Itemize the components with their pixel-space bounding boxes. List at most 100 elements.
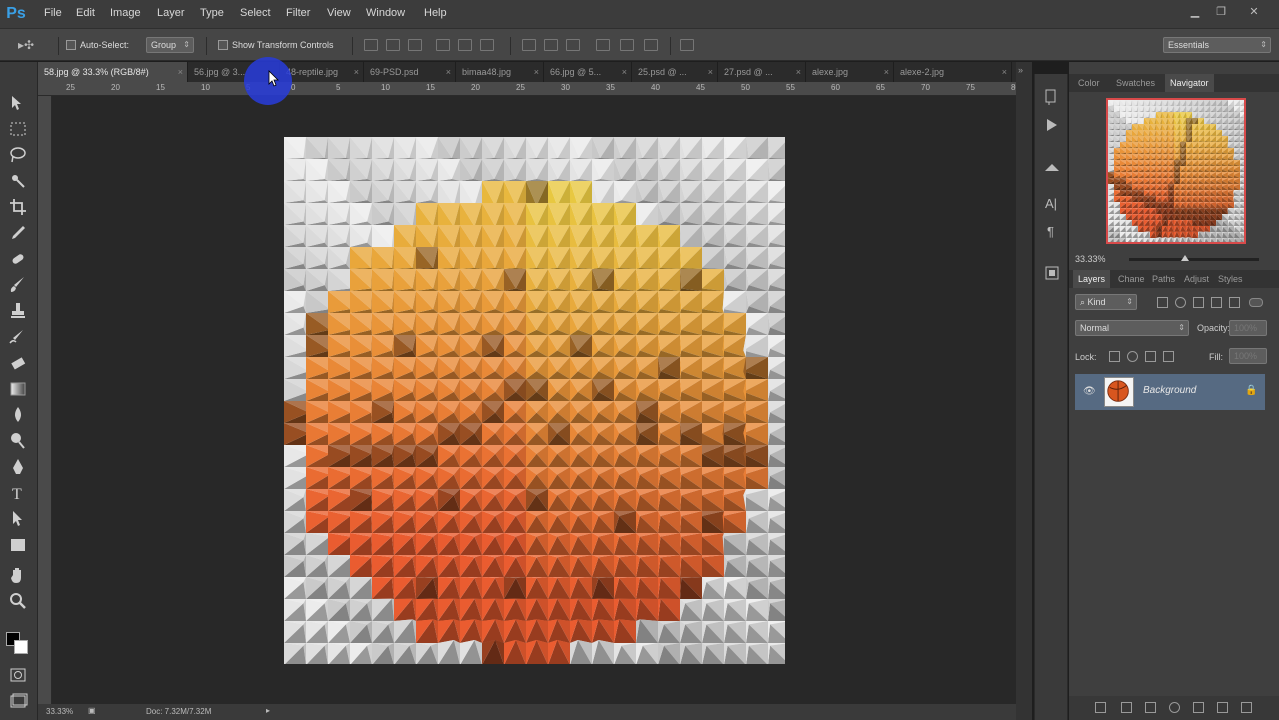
show-transform-checkbox[interactable] bbox=[218, 40, 228, 50]
layer-row-background[interactable]: 👁 Background 🔒 bbox=[1075, 374, 1265, 410]
close-tab-icon[interactable]: × bbox=[178, 62, 183, 82]
align-vcenter-icon[interactable] bbox=[386, 39, 400, 51]
tab-bimaa48[interactable]: bimaa48.jpg × bbox=[456, 62, 544, 82]
tab-styles[interactable]: Styles bbox=[1213, 270, 1248, 288]
menu-file[interactable]: File bbox=[44, 7, 62, 19]
layer-comps-icon[interactable] bbox=[1043, 264, 1061, 282]
minimize-button[interactable]: ▁ bbox=[1184, 5, 1206, 19]
gradient-tool-icon[interactable] bbox=[7, 378, 29, 400]
new-group-icon[interactable] bbox=[1193, 702, 1204, 713]
tab-navigator[interactable]: Navigator bbox=[1165, 74, 1214, 92]
navigator-zoom-value[interactable]: 33.33% bbox=[1075, 254, 1106, 264]
link-layers-icon[interactable] bbox=[1095, 702, 1106, 713]
zoom-slider-handle[interactable] bbox=[1181, 255, 1189, 261]
history-brush-tool-icon[interactable] bbox=[7, 326, 29, 348]
menu-help[interactable]: Help bbox=[424, 7, 447, 19]
distribute-top-icon[interactable] bbox=[522, 39, 536, 51]
distribute-left-icon[interactable] bbox=[596, 39, 610, 51]
tab-alexe[interactable]: alexe.jpg × bbox=[806, 62, 894, 82]
close-tab-icon[interactable]: × bbox=[796, 62, 801, 82]
tab-25-psd[interactable]: 25.psd @ ... × bbox=[632, 62, 718, 82]
clone-stamp-tool-icon[interactable] bbox=[7, 300, 29, 322]
layer-style-icon[interactable] bbox=[1121, 702, 1132, 713]
close-window-button[interactable]: ✕ bbox=[1243, 5, 1265, 19]
collapse-arrows-icon[interactable]: » bbox=[1018, 65, 1023, 75]
tab-alexe-2[interactable]: alexe-2.jpg × bbox=[894, 62, 1012, 82]
blur-tool-icon[interactable] bbox=[7, 404, 29, 426]
zoom-level[interactable]: 33.33% bbox=[46, 707, 73, 716]
distribute-bottom-icon[interactable] bbox=[566, 39, 580, 51]
quick-select-tool-icon[interactable] bbox=[7, 170, 29, 192]
blend-mode-dropdown[interactable]: Normal ⇕ bbox=[1075, 320, 1189, 336]
actions-panel-icon[interactable] bbox=[1043, 116, 1061, 134]
navigator-preview[interactable] bbox=[1106, 98, 1246, 244]
history-panel-icon[interactable] bbox=[1043, 88, 1061, 106]
healing-brush-tool-icon[interactable] bbox=[7, 248, 29, 270]
quick-mask-icon[interactable] bbox=[7, 664, 29, 686]
menu-window[interactable]: Window bbox=[366, 7, 405, 19]
close-tab-icon[interactable]: × bbox=[446, 62, 451, 82]
filter-smart-object-icon[interactable] bbox=[1229, 297, 1240, 308]
lock-transparent-icon[interactable] bbox=[1109, 351, 1120, 362]
menu-select[interactable]: Select bbox=[240, 7, 271, 19]
tab-66-jpg[interactable]: 66.jpg @ 5... × bbox=[544, 62, 632, 82]
tab-color[interactable]: Color bbox=[1073, 74, 1105, 92]
close-tab-icon[interactable]: × bbox=[622, 62, 627, 82]
hand-tool-icon[interactable] bbox=[7, 564, 29, 586]
layer-name[interactable]: Background bbox=[1143, 385, 1196, 396]
distribute-vcenter-icon[interactable] bbox=[544, 39, 558, 51]
opacity-input[interactable]: 100% bbox=[1229, 320, 1267, 336]
tab-channels[interactable]: Chane bbox=[1113, 270, 1150, 288]
status-icon[interactable]: ▣ bbox=[88, 706, 96, 715]
eyedropper-tool-icon[interactable] bbox=[7, 222, 29, 244]
auto-select-checkbox[interactable] bbox=[66, 40, 76, 50]
distribute-hcenter-icon[interactable] bbox=[620, 39, 634, 51]
lock-image-icon[interactable] bbox=[1127, 351, 1138, 362]
adjustments-panel-icon[interactable] bbox=[1043, 158, 1061, 176]
distribute-right-icon[interactable] bbox=[644, 39, 658, 51]
align-bottom-icon[interactable] bbox=[408, 39, 422, 51]
lock-all-icon[interactable] bbox=[1163, 351, 1174, 362]
menu-image[interactable]: Image bbox=[110, 7, 141, 19]
tab-paths[interactable]: Paths bbox=[1147, 270, 1180, 288]
dodge-tool-icon[interactable] bbox=[7, 430, 29, 452]
close-tab-icon[interactable]: × bbox=[884, 62, 889, 82]
visibility-eye-icon[interactable]: 👁 bbox=[1083, 386, 1096, 397]
filter-pixel-icon[interactable] bbox=[1157, 297, 1168, 308]
lock-position-icon[interactable] bbox=[1145, 351, 1156, 362]
menu-edit[interactable]: Edit bbox=[76, 7, 95, 19]
rectangle-tool-icon[interactable] bbox=[7, 534, 29, 556]
menu-view[interactable]: View bbox=[327, 7, 351, 19]
crop-tool-icon[interactable] bbox=[7, 196, 29, 218]
align-left-icon[interactable] bbox=[436, 39, 450, 51]
align-right-icon[interactable] bbox=[480, 39, 494, 51]
workspace-dropdown[interactable]: Essentials ⇕ bbox=[1163, 37, 1271, 53]
move-tool-preset-icon[interactable]: ▸✣ bbox=[18, 38, 34, 52]
menu-filter[interactable]: Filter bbox=[286, 7, 310, 19]
filter-type-icon[interactable] bbox=[1193, 297, 1204, 308]
marquee-tool-icon[interactable] bbox=[7, 118, 29, 140]
filter-adjustment-icon[interactable] bbox=[1175, 297, 1186, 308]
tab-adjustments[interactable]: Adjust bbox=[1179, 270, 1214, 288]
screen-mode-icon[interactable] bbox=[7, 690, 29, 712]
close-tab-icon[interactable]: × bbox=[354, 62, 359, 82]
auto-align-layers-icon[interactable] bbox=[680, 39, 694, 51]
document-canvas[interactable] bbox=[284, 137, 790, 665]
navigator-zoom-slider[interactable] bbox=[1129, 255, 1259, 261]
close-tab-icon[interactable]: × bbox=[1002, 62, 1007, 82]
filter-toggle[interactable] bbox=[1249, 298, 1263, 307]
layer-filter-dropdown[interactable]: ⌕ Kind ⇕ bbox=[1075, 294, 1137, 310]
new-layer-icon[interactable] bbox=[1217, 702, 1228, 713]
move-tool-icon[interactable] bbox=[7, 92, 29, 114]
zoom-tool-icon[interactable] bbox=[7, 590, 29, 612]
auto-select-dropdown[interactable]: Group ⇕ bbox=[146, 37, 194, 53]
pen-tool-icon[interactable] bbox=[7, 456, 29, 478]
add-mask-icon[interactable] bbox=[1145, 702, 1156, 713]
tab-69-psd[interactable]: 69-PSD.psd × bbox=[364, 62, 456, 82]
maximize-button[interactable]: ❐ bbox=[1210, 5, 1232, 19]
menu-type[interactable]: Type bbox=[200, 7, 224, 19]
type-tool-icon[interactable]: T bbox=[7, 482, 29, 504]
fill-input[interactable]: 100% bbox=[1229, 348, 1267, 364]
filter-shape-icon[interactable] bbox=[1211, 297, 1222, 308]
tab-27-psd[interactable]: 27.psd @ ... × bbox=[718, 62, 806, 82]
